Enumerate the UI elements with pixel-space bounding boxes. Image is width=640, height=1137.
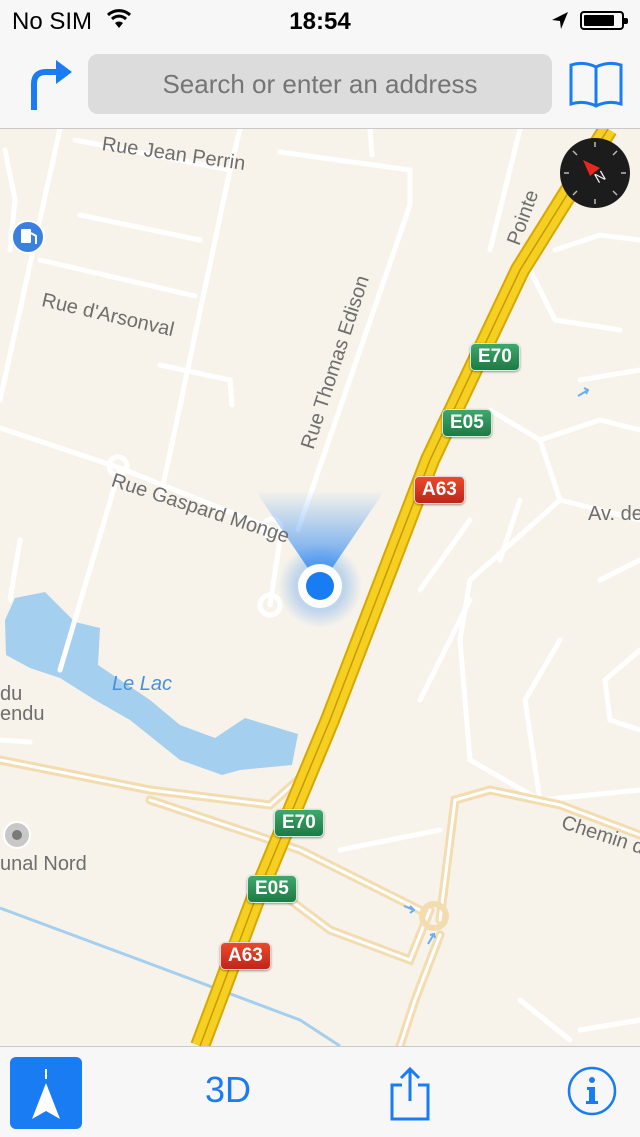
tracking-arrow-icon — [32, 1069, 60, 1119]
battery-icon — [580, 11, 628, 30]
place-label: unal Nord — [0, 853, 87, 875]
fuel-station-icon — [11, 220, 45, 254]
status-bar: No SIM 18:54 — [0, 0, 640, 40]
motorway-a63 — [190, 129, 617, 1046]
bottom-toolbar: 3D — [0, 1046, 640, 1137]
road-shield-e05: E05 — [247, 875, 297, 903]
3d-button[interactable]: 3D — [196, 1069, 260, 1111]
street-label: Av. de — [588, 503, 640, 525]
place-label: endu — [0, 703, 45, 725]
map-view[interactable]: N Rue Jean Perrin Rue d'Arsonval Rue Tho… — [0, 129, 640, 1046]
location-arrow-icon — [552, 12, 568, 29]
road-shield-e70: E70 — [470, 343, 520, 371]
clock: 18:54 — [289, 8, 351, 35]
tracking-button[interactable] — [10, 1057, 82, 1129]
search-input[interactable] — [88, 54, 552, 114]
share-icon[interactable] — [388, 1065, 432, 1121]
compass-icon: N — [560, 138, 630, 208]
place-icon — [3, 821, 31, 849]
lake-label: Le Lac — [112, 673, 173, 695]
road-shield-a63: A63 — [220, 942, 271, 970]
road-shield-e70: E70 — [274, 809, 324, 837]
turn-arrow-icon[interactable] — [26, 58, 74, 112]
book-icon[interactable] — [568, 60, 624, 110]
road-shield-a63: A63 — [414, 476, 465, 504]
road-shield-e05: E05 — [442, 409, 492, 437]
river — [0, 906, 341, 1046]
map-canvas: N — [0, 129, 640, 1046]
info-icon[interactable] — [566, 1065, 618, 1117]
nav-bar — [0, 40, 640, 129]
